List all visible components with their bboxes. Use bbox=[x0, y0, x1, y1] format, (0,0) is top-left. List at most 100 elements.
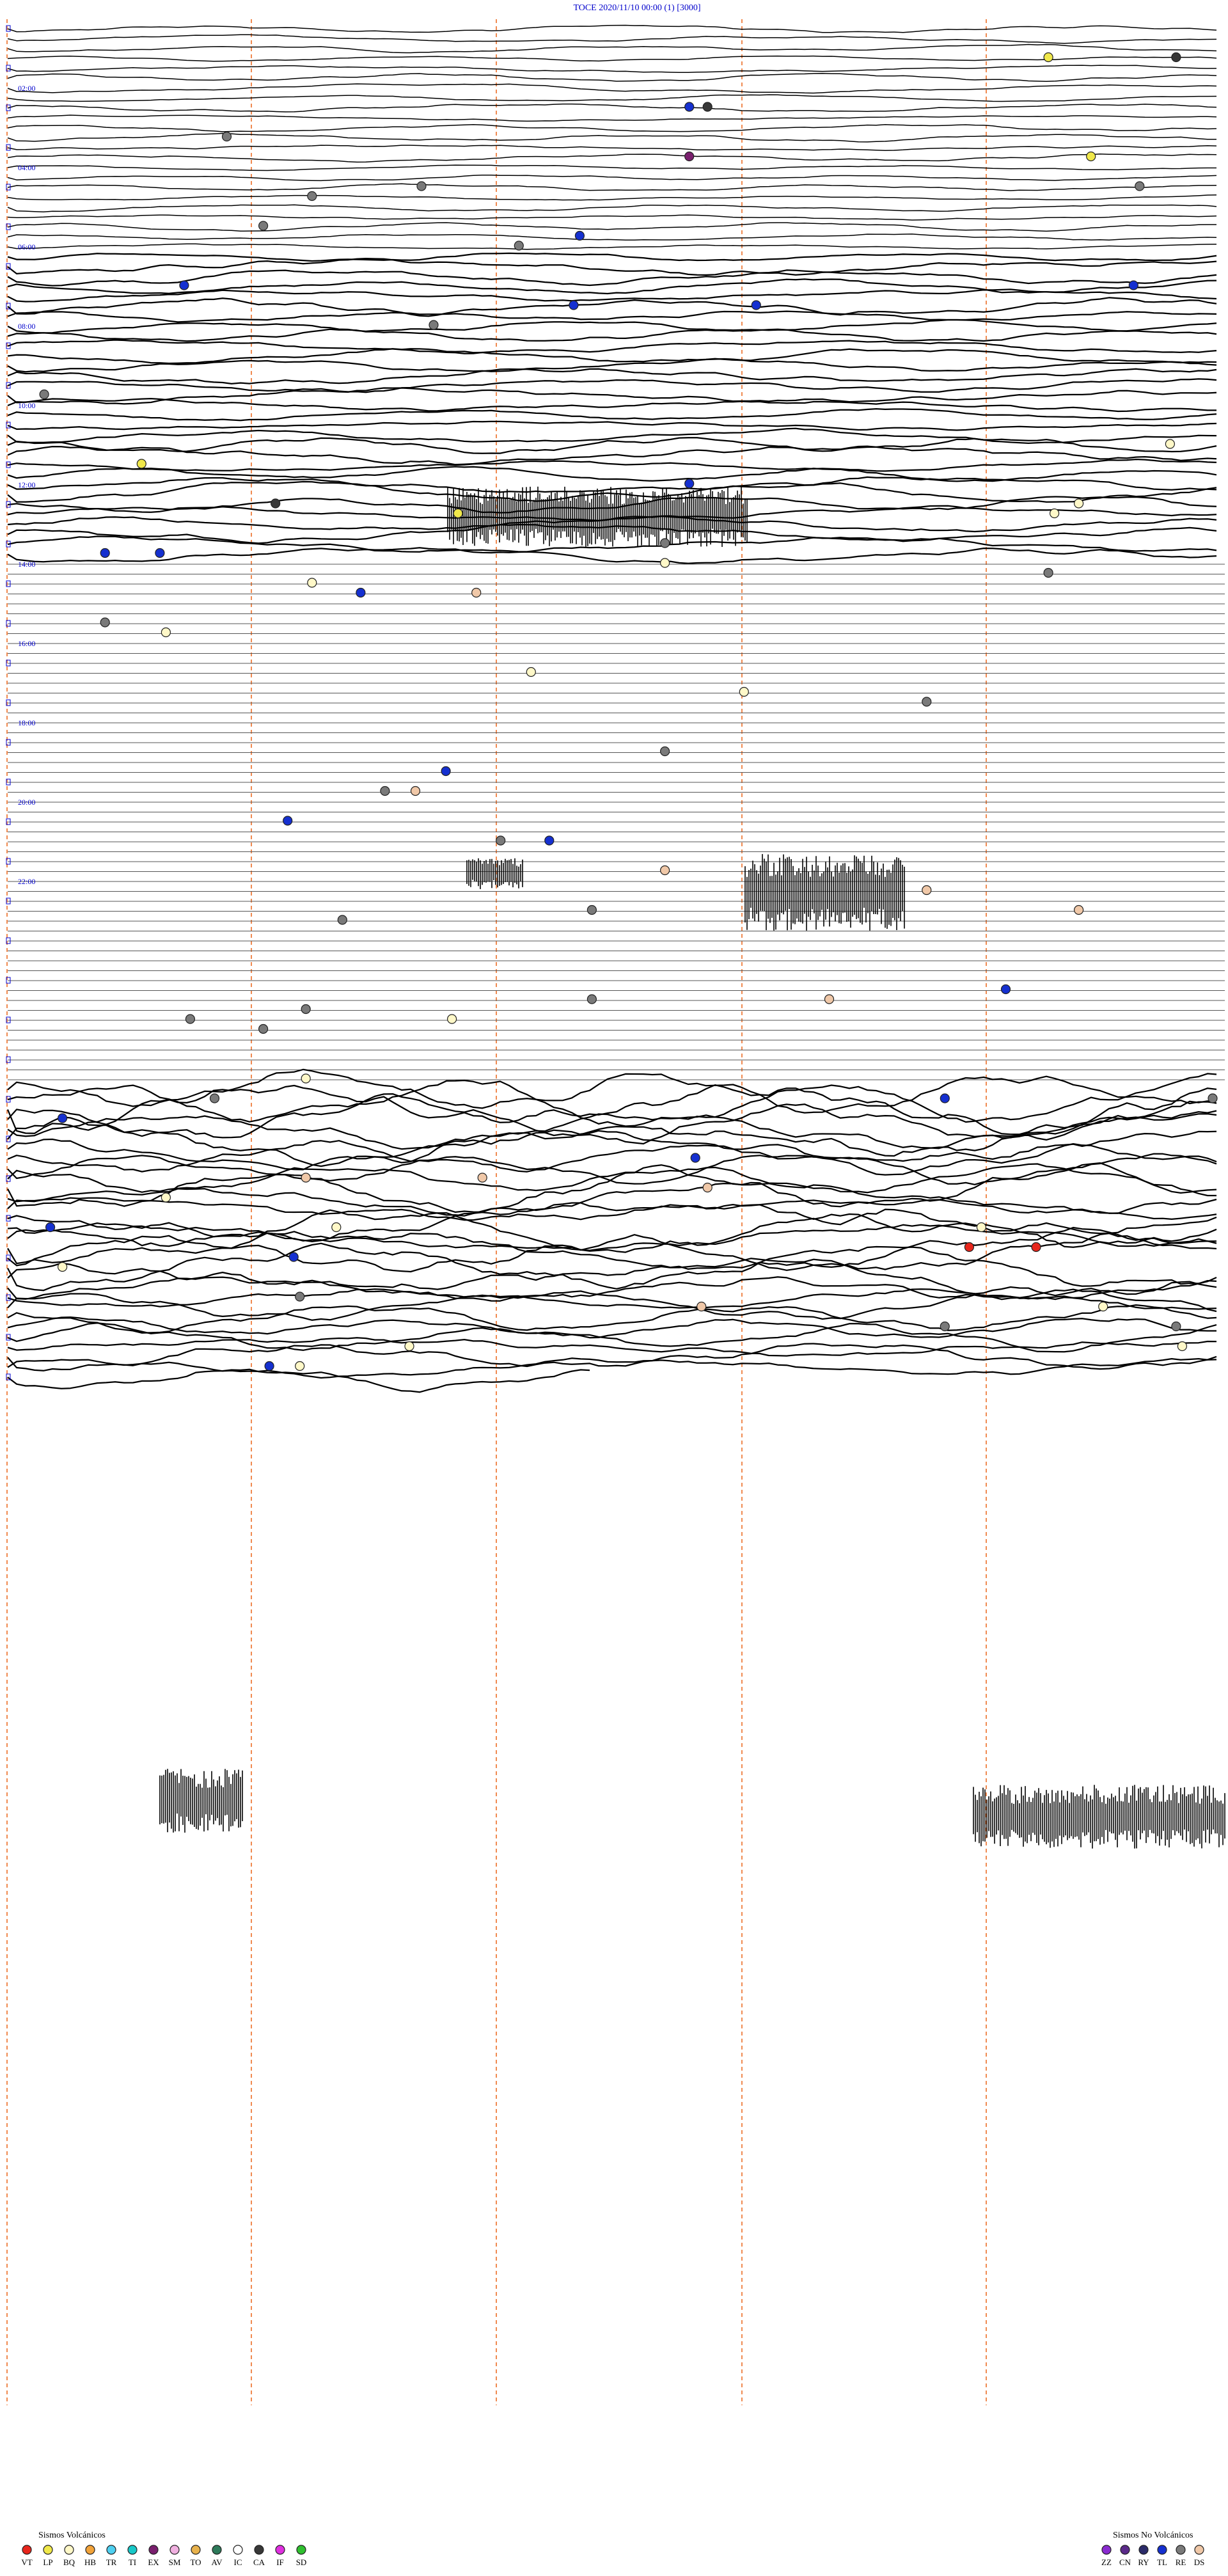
trace-row-27 bbox=[7, 288, 1217, 303]
legend-marker-vt bbox=[22, 2545, 32, 2555]
event-re-17 bbox=[429, 320, 439, 330]
event-lp-0 bbox=[1043, 52, 1053, 63]
trace-row-35 bbox=[7, 368, 1217, 385]
event-re-79 bbox=[1171, 1321, 1181, 1332]
event-re-9 bbox=[307, 191, 317, 201]
trace-row-36 bbox=[7, 378, 1217, 393]
legend-marker-ry bbox=[1138, 2545, 1149, 2555]
event-re-8 bbox=[1135, 181, 1145, 191]
legend-label-zz: ZZ bbox=[1101, 2557, 1112, 2567]
event-re-48 bbox=[586, 905, 597, 915]
event-tl-73 bbox=[288, 1252, 299, 1262]
event-bq-19 bbox=[1165, 439, 1176, 449]
legend-marker-re bbox=[1176, 2545, 1186, 2555]
event-tl-62 bbox=[57, 1113, 68, 1123]
legend-marker-lp bbox=[43, 2545, 53, 2555]
event-re-44 bbox=[496, 835, 506, 846]
event-tl-60 bbox=[940, 1093, 950, 1103]
legend-marker-hb bbox=[85, 2545, 95, 2555]
legend-label-lp: LP bbox=[43, 2557, 52, 2567]
event-tl-14 bbox=[1128, 280, 1138, 290]
trace-row-40 bbox=[7, 420, 1217, 431]
legend-label-ca: CA bbox=[253, 2557, 265, 2567]
trace-row-44 bbox=[7, 458, 1217, 472]
burst-row-87 bbox=[159, 1769, 243, 1833]
event-re-26 bbox=[659, 538, 670, 548]
event-tl-21 bbox=[684, 478, 695, 489]
trace-row-14 bbox=[7, 164, 1216, 171]
legend-marker-tl bbox=[1157, 2545, 1167, 2555]
event-tl-40 bbox=[441, 766, 451, 777]
event-bq-58 bbox=[301, 1073, 311, 1084]
legend-label-to: TO bbox=[190, 2557, 201, 2567]
hour-label-1400: 14:00 bbox=[18, 560, 35, 569]
hour-label-0600: 06:00 bbox=[18, 242, 35, 251]
legend-marker-ds bbox=[1194, 2545, 1204, 2555]
trace-row-126 bbox=[7, 1258, 1217, 1297]
burst-row-88 bbox=[973, 1785, 1225, 1849]
legend-label-ic: IC bbox=[234, 2557, 242, 2567]
legend-marker-to bbox=[191, 2545, 201, 2555]
event-ds-64 bbox=[301, 1173, 311, 1183]
event-bq-83 bbox=[295, 1361, 305, 1371]
legend-label-if: IF bbox=[276, 2557, 284, 2567]
event-tl-45 bbox=[544, 835, 555, 846]
trace-row-4 bbox=[7, 65, 1217, 74]
event-tl-82 bbox=[264, 1361, 274, 1371]
legend-volcanic-title: Sismos Volcánicos bbox=[38, 2531, 106, 2540]
event-ds-49 bbox=[1073, 905, 1084, 915]
trace-row-43 bbox=[7, 445, 1217, 466]
trace-row-39 bbox=[7, 407, 1217, 422]
event-re-38 bbox=[922, 697, 932, 707]
event-re-78 bbox=[940, 1321, 950, 1332]
event-re-7 bbox=[416, 181, 427, 191]
legend-label-vt: VT bbox=[21, 2557, 32, 2567]
trace-row-13 bbox=[7, 154, 1217, 163]
chart-title: TOCE 2020/11/10 00:00 (1) [3000] bbox=[573, 3, 700, 13]
trace-row-38 bbox=[7, 397, 1216, 413]
event-re-59 bbox=[209, 1093, 220, 1103]
legend-nonvolcanic: Sismos No Volcánicos ZZ CN RY TL RE DS bbox=[1101, 2531, 1204, 2567]
event-re-75 bbox=[295, 1292, 305, 1302]
trace-row-50 bbox=[7, 515, 1217, 533]
event-tl-13 bbox=[179, 280, 189, 290]
event-lp-6 bbox=[1086, 151, 1096, 162]
legend-marker-sm bbox=[169, 2545, 180, 2555]
trace-row-17 bbox=[7, 194, 1217, 201]
legend-marker-ic bbox=[233, 2545, 243, 2555]
legend-marker-zz bbox=[1101, 2545, 1112, 2555]
trace-row-7 bbox=[7, 94, 1217, 102]
legend-label-bq: BQ bbox=[63, 2557, 75, 2567]
event-re-61 bbox=[1208, 1093, 1218, 1103]
legend-label-cn: CN bbox=[1119, 2557, 1131, 2567]
legend-marker-bq bbox=[64, 2545, 74, 2555]
event-bq-74 bbox=[57, 1261, 68, 1272]
legend-nonvolcanic-title: Sismos No Volcánicos bbox=[1113, 2531, 1193, 2540]
helicorder-chart: TOCE 2020/11/10 00:00 (1) [3000] 02:00 04… bbox=[6, 3, 1225, 2567]
legend-label-tr: TR bbox=[106, 2557, 117, 2567]
trace-row-52 bbox=[7, 535, 1217, 553]
event-vt-72 bbox=[1031, 1242, 1041, 1252]
trace-row-111 bbox=[7, 1110, 1217, 1150]
legend-marker-cn bbox=[1120, 2545, 1130, 2555]
event-tl-51 bbox=[1000, 984, 1011, 995]
trace-row-1 bbox=[7, 34, 1217, 44]
hour-label-1200: 12:00 bbox=[18, 480, 35, 489]
burst-row-40b bbox=[466, 858, 523, 889]
vertical-gridlines bbox=[6, 19, 987, 2405]
event-vt-71 bbox=[964, 1242, 975, 1252]
legend-label-ex: EX bbox=[148, 2557, 159, 2567]
seismic-traces bbox=[6, 24, 1225, 1849]
trace-row-10 bbox=[7, 123, 1217, 132]
trace-row-22 bbox=[7, 243, 1217, 250]
hour-label-2000: 20:00 bbox=[18, 798, 35, 807]
trace-row-12 bbox=[7, 145, 1217, 151]
event-re-10 bbox=[258, 221, 269, 231]
event-ds-52 bbox=[824, 994, 835, 1004]
legend-marker-av bbox=[212, 2545, 222, 2555]
trace-row-6 bbox=[7, 83, 1217, 94]
event-ds-33 bbox=[471, 587, 482, 598]
event-tl-32 bbox=[356, 587, 366, 598]
trace-row-9 bbox=[7, 115, 1217, 122]
hour-label-2200: 22:00 bbox=[18, 877, 35, 886]
